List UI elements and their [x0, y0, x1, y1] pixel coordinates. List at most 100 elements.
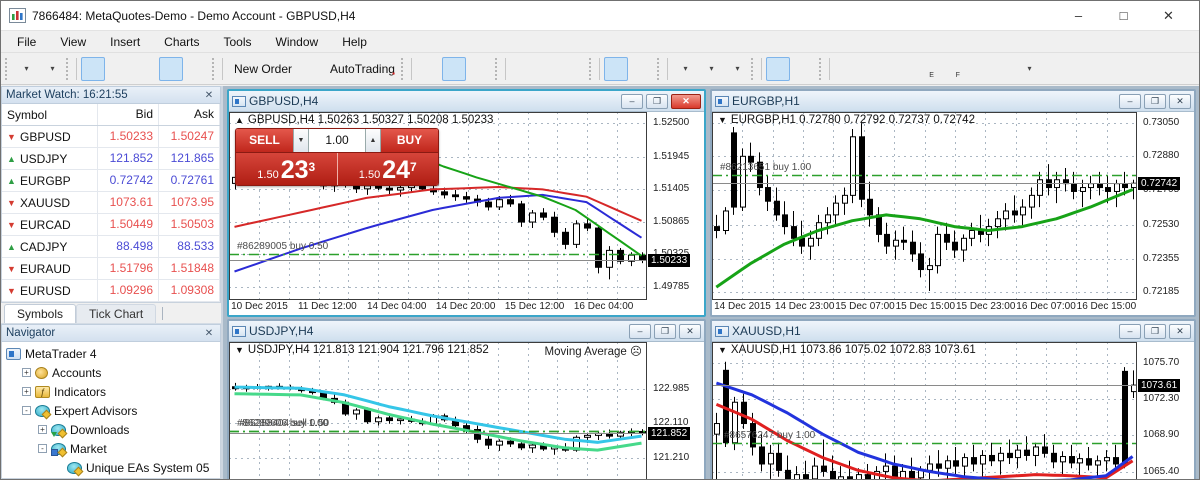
tab-symbols[interactable]: Symbols	[4, 304, 77, 323]
strategy-tester-button[interactable]: ◔	[185, 57, 209, 158]
market-watch-row-euraud[interactable]: ▼ EURAUD 1.51796 1.51848	[2, 258, 220, 280]
menu-window[interactable]: Window	[266, 33, 329, 51]
tree-item-indicators[interactable]: + ƒ Indicators	[2, 382, 220, 401]
minimize-button[interactable]: –	[1056, 1, 1101, 30]
lot-up-button[interactable]: ▲	[365, 129, 381, 152]
tree-item-downloads[interactable]: + Downloads	[2, 420, 220, 439]
bar-chart-button[interactable]: ☰	[413, 57, 440, 144]
profiles-dropdown-icon[interactable]: ▾	[50, 64, 54, 73]
chart-close-button[interactable]: ✕	[671, 93, 701, 109]
terminal-button[interactable]: ▤	[159, 56, 183, 158]
chart-canvas-gbpusd[interactable]: ▲ GBPUSD,H4 1.50263 1.50327 1.50208 1.502…	[229, 112, 704, 315]
chart-plot-usdjpy[interactable]	[229, 342, 647, 479]
maximize-button[interactable]: □	[1101, 1, 1146, 30]
market-watch-button[interactable]: ▥	[81, 56, 105, 158]
text-button[interactable]: A	[964, 57, 988, 158]
metaeditor-button[interactable]: ▰	[297, 57, 321, 158]
chart-shift-button[interactable]: ⇤	[630, 57, 654, 158]
chart-canvas-eurgbp[interactable]: ▼ EURGBP,H1 0.72780 0.72792 0.72737 0.727…	[712, 112, 1194, 315]
tree-expander[interactable]: -	[38, 444, 47, 453]
navigator-header[interactable]: Navigator ✕	[1, 324, 221, 342]
templates-dropdown-icon[interactable]: ▾	[735, 64, 739, 73]
tab-tick-chart[interactable]: Tick Chart	[76, 304, 157, 323]
tree-item-expert-advisors[interactable]: - Expert Advisors	[2, 401, 220, 420]
chart-restore-button[interactable]: ❐	[1144, 93, 1166, 109]
zoom-out-button[interactable]: ⊖	[536, 57, 560, 158]
line-chart-button[interactable]: ∿	[468, 57, 492, 158]
chart-plot-xauusd[interactable]	[712, 342, 1137, 479]
trade-panel-toggle-icon[interactable]: ▼	[718, 345, 727, 355]
navigator-button[interactable]: ★	[133, 57, 157, 158]
trendline-button[interactable]: /	[886, 57, 910, 158]
buy-price[interactable]: 1.50 24 7	[337, 153, 438, 185]
sell-button[interactable]: SELL	[236, 129, 293, 152]
periods-dropdown-icon[interactable]: ▾	[709, 64, 713, 73]
menu-view[interactable]: View	[50, 33, 96, 51]
market-watch-row-eurusd[interactable]: ▼ EURUSD 1.09296 1.09308	[2, 280, 220, 302]
chart-titlebar-xauusd[interactable]: XAUUSD,H1 – ❐ ✕	[712, 321, 1194, 342]
chart-restore-button[interactable]: ❐	[646, 93, 668, 109]
autotrading-button[interactable]: ●▪AutoTrading	[323, 57, 398, 158]
data-window-button[interactable]: ⊕	[107, 57, 131, 158]
tree-item-macd-sample[interactable]: MACD Sample	[2, 477, 220, 478]
trade-panel-toggle-icon[interactable]: ▼	[235, 345, 244, 355]
sell-price[interactable]: 1.50 23 3	[236, 153, 338, 185]
close-button[interactable]: ✕	[1146, 1, 1191, 30]
chart-minimize-button[interactable]: –	[1119, 93, 1141, 109]
chart-restore-button[interactable]: ❐	[654, 323, 676, 339]
menu-tools[interactable]: Tools	[214, 33, 262, 51]
profiles-button[interactable]: ◫▾	[39, 57, 63, 158]
auto-scroll-button[interactable]: ⇥	[603, 56, 628, 158]
chart-canvas-usdjpy[interactable]: ▼ USDJPY,H4 121.813 121.904 121.796 121.8…	[229, 342, 704, 479]
tree-item-market[interactable]: - Market	[2, 439, 220, 458]
navigator-close-icon[interactable]: ✕	[202, 328, 216, 339]
tree-expander[interactable]: +	[38, 425, 47, 434]
indicators-button[interactable]: ✚▾	[672, 57, 696, 158]
tree-expander[interactable]: -	[22, 406, 31, 415]
market-watch-row-usdjpy[interactable]: ▲ USDJPY 121.852 121.865	[2, 148, 220, 170]
chart-minimize-button[interactable]: –	[621, 93, 643, 109]
equidistant-channel-button[interactable]: ∥E	[912, 57, 936, 158]
chart-close-button[interactable]: ✕	[1169, 323, 1191, 339]
chart-close-button[interactable]: ✕	[1169, 93, 1191, 109]
zoom-in-button[interactable]: ⊕	[510, 57, 534, 158]
tree-expander[interactable]: +	[22, 387, 31, 396]
market-watch-row-xauusd[interactable]: ▼ XAUUSD 1073.61 1073.95	[2, 192, 220, 214]
trade-panel-toggle-icon[interactable]: ▲	[235, 115, 244, 125]
market-watch-header[interactable]: Market Watch: 16:21:55 ✕	[1, 86, 221, 104]
menu-charts[interactable]: Charts	[154, 33, 209, 51]
title-bar[interactable]: 7866484: MetaQuotes-Demo - Demo Account …	[1, 1, 1199, 31]
chart-plot-eurgbp[interactable]	[712, 112, 1137, 300]
vertical-line-button[interactable]: |	[834, 57, 858, 158]
chart-titlebar-usdjpy[interactable]: USDJPY,H4 – ❐ ✕	[229, 321, 704, 342]
text-label-button[interactable]: T	[990, 57, 1014, 155]
tree-item-metatrader-4[interactable]: MetaTrader 4	[2, 344, 220, 363]
market-watch-row-eurgbp[interactable]: ▲ EURGBP 0.72742 0.72761	[2, 170, 220, 192]
tree-item-unique-eas-system-05[interactable]: Unique EAs System 05	[2, 458, 220, 477]
arrows-dropdown-icon[interactable]: ▾	[1027, 64, 1031, 73]
periods-button[interactable]: ◷▾	[698, 57, 722, 158]
market-watch-row-gbpusd[interactable]: ▼ GBPUSD 1.50233 1.50247	[2, 126, 220, 148]
lot-size-input[interactable]: 1.00	[309, 129, 365, 152]
chart-titlebar-eurgbp[interactable]: EURGBP,H1 – ❐ ✕	[712, 91, 1194, 112]
menu-insert[interactable]: Insert	[100, 33, 150, 51]
lot-down-button[interactable]: ▼	[293, 129, 309, 152]
market-watch-row-cadjpy[interactable]: ▲ CADJPY 88.498 88.533	[2, 236, 220, 258]
market-watch-row-eurcad[interactable]: ▼ EURCAD 1.50449 1.50503	[2, 214, 220, 236]
tree-item-accounts[interactable]: + Accounts	[2, 363, 220, 382]
tree-expander[interactable]: +	[22, 368, 31, 377]
crosshair-button[interactable]: +	[792, 57, 816, 158]
fibonacci-button[interactable]: ≣F	[938, 57, 962, 158]
buy-button[interactable]: BUY	[381, 129, 438, 152]
market-watch-close-icon[interactable]: ✕	[202, 90, 216, 101]
chart-close-button[interactable]: ✕	[679, 323, 701, 339]
templates-button[interactable]: ▨▾	[724, 57, 748, 158]
new-chart-button[interactable]: ⊞▾	[13, 57, 37, 158]
new-chart-dropdown-icon[interactable]: ▾	[24, 64, 28, 73]
chart-restore-button[interactable]: ❐	[1144, 323, 1166, 339]
menu-help[interactable]: Help	[332, 33, 377, 51]
menu-file[interactable]: File	[7, 33, 46, 51]
indicators-dropdown-icon[interactable]: ▾	[683, 64, 687, 73]
chart-titlebar-gbpusd[interactable]: GBPUSD,H4 – ❐ ✕	[229, 91, 704, 112]
new-order-button[interactable]: ✚New Order	[227, 57, 295, 158]
